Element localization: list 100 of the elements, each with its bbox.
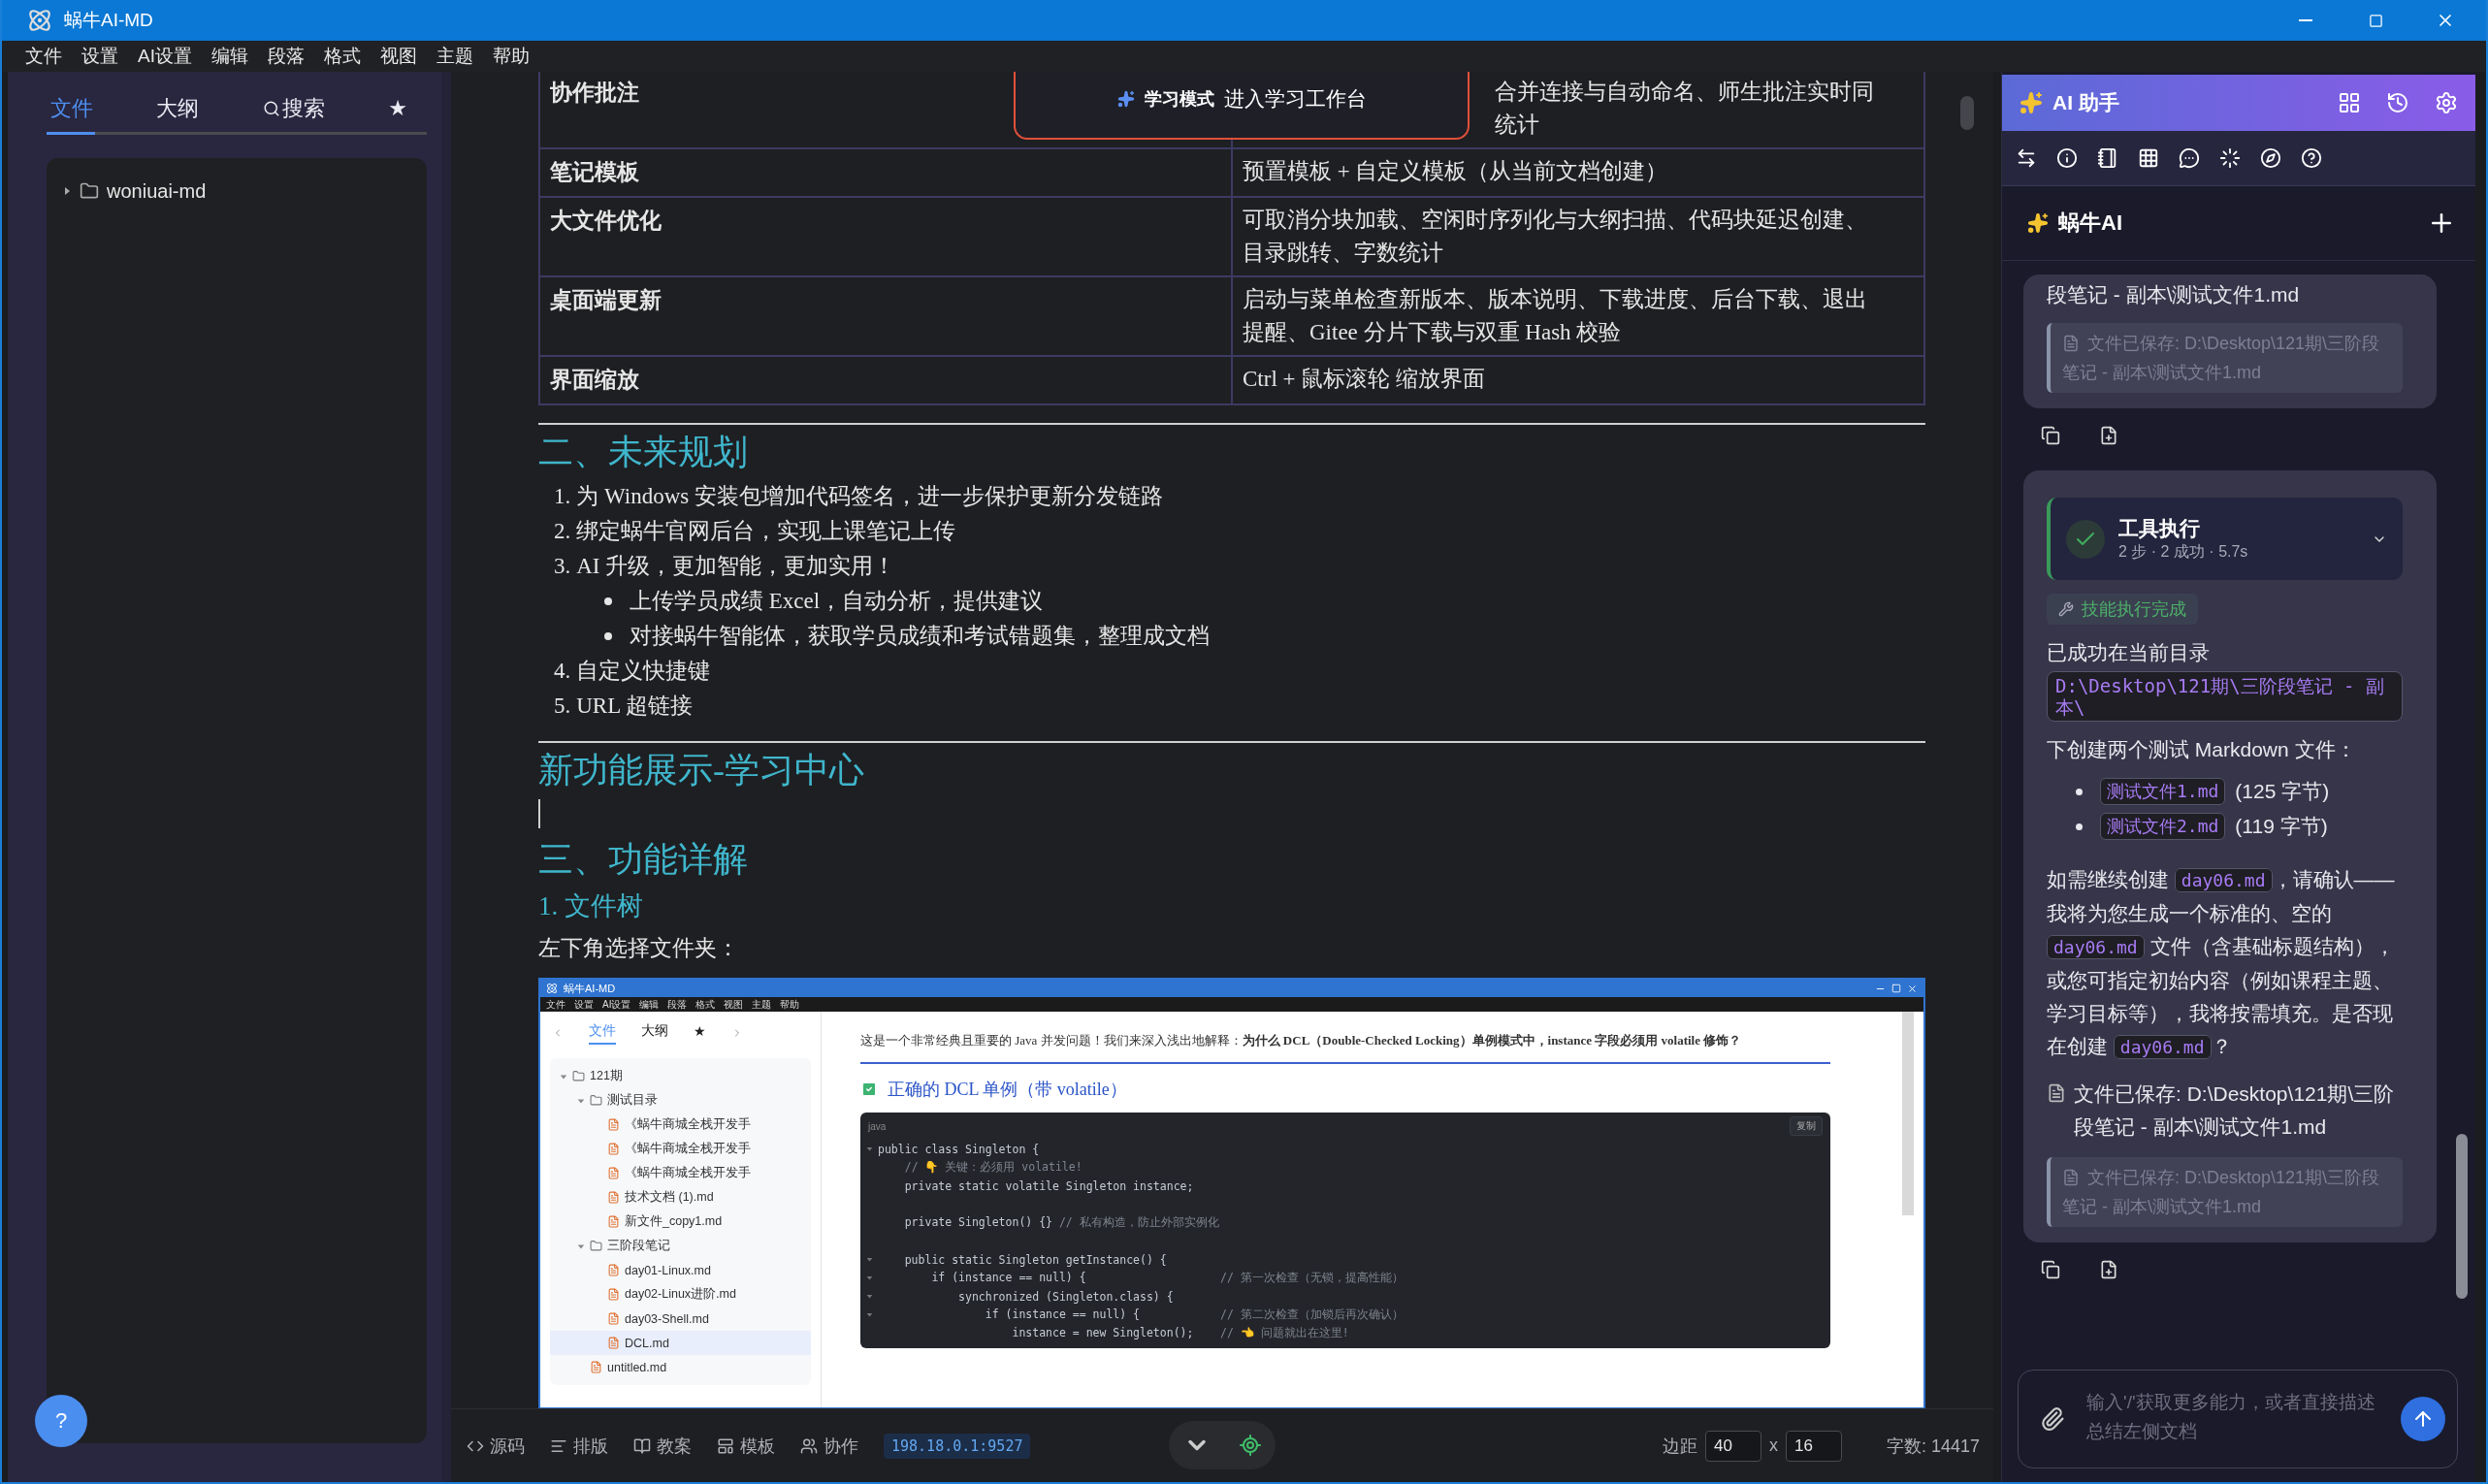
add-file-icon[interactable] <box>2099 426 2118 445</box>
fold-icon[interactable] <box>865 1256 873 1263</box>
sidebar-tab[interactable]: 搜索 <box>262 94 325 123</box>
fold-icon[interactable] <box>865 1293 873 1300</box>
table-cell-text: 可取消分块加载、空闲时序列化与大纲扫描、代码块延迟创建、 <box>1243 207 1868 234</box>
grid-icon[interactable] <box>2138 147 2159 169</box>
status-button[interactable]: 教案 <box>633 1434 692 1458</box>
menu-item[interactable]: 视图 <box>724 997 744 1012</box>
tree-item[interactable]: day03-Shell.md <box>550 1307 811 1331</box>
menu-item[interactable]: 设置 <box>574 997 594 1012</box>
tab[interactable]: 大纲 <box>641 1021 668 1045</box>
menu-item[interactable]: 编辑 <box>639 997 660 1012</box>
menu-item[interactable]: 文件 <box>546 997 565 1012</box>
menu-item[interactable]: 格式 <box>695 997 716 1012</box>
chat-input[interactable]: 输入'/'获取更多能力，或者直接描述总结左侧文档 <box>2018 1370 2458 1468</box>
caret-icon[interactable] <box>560 1072 567 1081</box>
sidebar-tab[interactable]: 文件 <box>50 94 93 123</box>
margin-y-field[interactable]: 16 <box>1785 1430 1842 1462</box>
swap-icon[interactable] <box>2016 147 2037 169</box>
tree-item[interactable]: 测试目录 <box>550 1088 811 1113</box>
help-icon[interactable] <box>2301 147 2322 169</box>
caret-icon[interactable] <box>62 186 72 196</box>
attach-icon[interactable] <box>2040 1406 2065 1432</box>
window-title: 蜗牛AI-MD <box>64 9 154 32</box>
tree-item[interactable]: 《蜗牛商城全栈开发手 <box>550 1161 811 1185</box>
fold-icon[interactable] <box>865 1145 873 1152</box>
tree-item[interactable]: woniuai-md <box>62 172 411 210</box>
copy-icon[interactable] <box>2041 1260 2060 1279</box>
menu-item[interactable]: AI设置 <box>138 44 192 69</box>
tree-item[interactable]: day02-Linux进阶.md <box>550 1282 811 1307</box>
fold-icon[interactable] <box>865 1311 873 1318</box>
tree-item[interactable]: 技术文档 (1).md <box>550 1185 811 1210</box>
menu-item[interactable]: 编辑 <box>210 44 248 69</box>
table-cell-text: 统计 <box>1495 112 1540 139</box>
chat-bubble-icon[interactable] <box>2179 147 2200 169</box>
margin-x-field[interactable]: 40 <box>1704 1430 1761 1462</box>
send-button[interactable] <box>2401 1397 2445 1441</box>
list-item: AI 升级，更加智能，更加实用！ <box>576 553 896 580</box>
address-badge: 198.18.0.1:9527 <box>884 1433 1031 1459</box>
close-icon[interactable] <box>1907 983 1918 994</box>
menu-item[interactable]: 主题 <box>436 44 473 69</box>
menu-item[interactable]: 帮助 <box>780 997 800 1012</box>
caret-icon[interactable] <box>577 1096 585 1105</box>
status-badge: 技能执行完成 <box>2047 594 2198 625</box>
status-button[interactable]: 模板 <box>717 1434 775 1458</box>
table-cell: 界面缩放 <box>540 357 1233 403</box>
status-button[interactable]: 源码 <box>467 1434 525 1458</box>
menu-item[interactable]: 段落 <box>267 44 305 69</box>
tree-item[interactable]: 《蜗牛商城全栈开发手 <box>550 1137 811 1161</box>
tab[interactable]: ★ <box>694 1022 706 1044</box>
tree-item[interactable]: DCL.md <box>550 1331 811 1355</box>
code-line: private Singleton() {} // 私有构造，防止外部实例化 <box>903 1215 1219 1230</box>
tree-item[interactable]: day01-Linux.md <box>550 1258 811 1282</box>
file-icon <box>607 1143 620 1155</box>
info-icon[interactable] <box>2056 147 2078 169</box>
sidebar-tab[interactable]: 大纲 <box>156 94 200 123</box>
tree-item[interactable]: 《蜗牛商城全栈开发手 <box>550 1113 811 1137</box>
tool-execution-panel[interactable]: 工具执行 2 步 · 2 成功 · 5.7s <box>2047 498 2403 580</box>
table-cell-text: 提醒、Gitee 分片下载与双重 Hash 校验 <box>1243 319 1623 346</box>
chat-text: 已成功在当前目录 <box>2047 640 2211 665</box>
sparkle-icon <box>2027 212 2049 234</box>
study-mode-button[interactable]: 学习模式 进入学习工作台 <box>1014 72 1470 140</box>
status-button[interactable]: 协作 <box>800 1434 858 1458</box>
target-icon[interactable] <box>1238 1434 1262 1457</box>
maximize-icon[interactable] <box>1891 984 1901 993</box>
sidebar-tab[interactable]: ★ <box>388 96 407 121</box>
file-name: 测试文件2.md <box>2100 813 2226 840</box>
menu-item[interactable]: 视图 <box>379 44 417 69</box>
status-icon <box>717 1436 734 1455</box>
table-cell: 笔记模板 <box>540 149 1233 196</box>
folder-icon <box>590 1094 602 1107</box>
menu-item[interactable]: 段落 <box>667 997 688 1012</box>
add-file-icon[interactable] <box>2099 1260 2118 1279</box>
tool-summary: 2 步 · 2 成功 · 5.7s <box>2118 542 2249 562</box>
tree-item[interactable]: untitled.md <box>550 1355 811 1379</box>
tree-item[interactable]: 新文件_copy1.md <box>550 1210 811 1234</box>
minimize-icon <box>2299 19 2312 21</box>
notebook-icon[interactable] <box>2097 147 2118 169</box>
settings-icon[interactable] <box>2435 91 2458 114</box>
bullet-icon <box>604 597 612 605</box>
copy-button[interactable]: 复制 <box>1790 1116 1823 1136</box>
compass-icon[interactable] <box>2260 147 2281 169</box>
history-icon[interactable] <box>2386 91 2409 114</box>
menu-item[interactable]: 文件 <box>25 44 62 69</box>
message-field[interactable]: 输入'/'获取更多能力，或者直接描述总结左侧文档 <box>2084 1386 2381 1452</box>
loader-icon[interactable] <box>2219 147 2241 169</box>
menu-item[interactable]: 帮助 <box>492 44 530 69</box>
copy-icon[interactable] <box>2041 426 2060 445</box>
code-line: private static volatile Singleton instance; <box>903 1178 1194 1193</box>
fold-icon[interactable] <box>865 1274 873 1281</box>
menu-item[interactable]: 设置 <box>81 44 118 69</box>
menu-item[interactable]: 格式 <box>323 44 361 69</box>
menu-item[interactable]: AI设置 <box>602 997 631 1012</box>
status-button[interactable]: 排版 <box>550 1434 608 1458</box>
menu-item[interactable]: 主题 <box>752 997 772 1012</box>
code-line: // 👇 关键：必须用 volatile! <box>903 1160 1082 1175</box>
tree-item[interactable]: 三阶段笔记 <box>550 1234 811 1258</box>
sparkle-icon <box>2019 91 2043 114</box>
tree-item[interactable]: 121期 <box>550 1064 811 1088</box>
caret-icon[interactable] <box>577 1242 585 1250</box>
